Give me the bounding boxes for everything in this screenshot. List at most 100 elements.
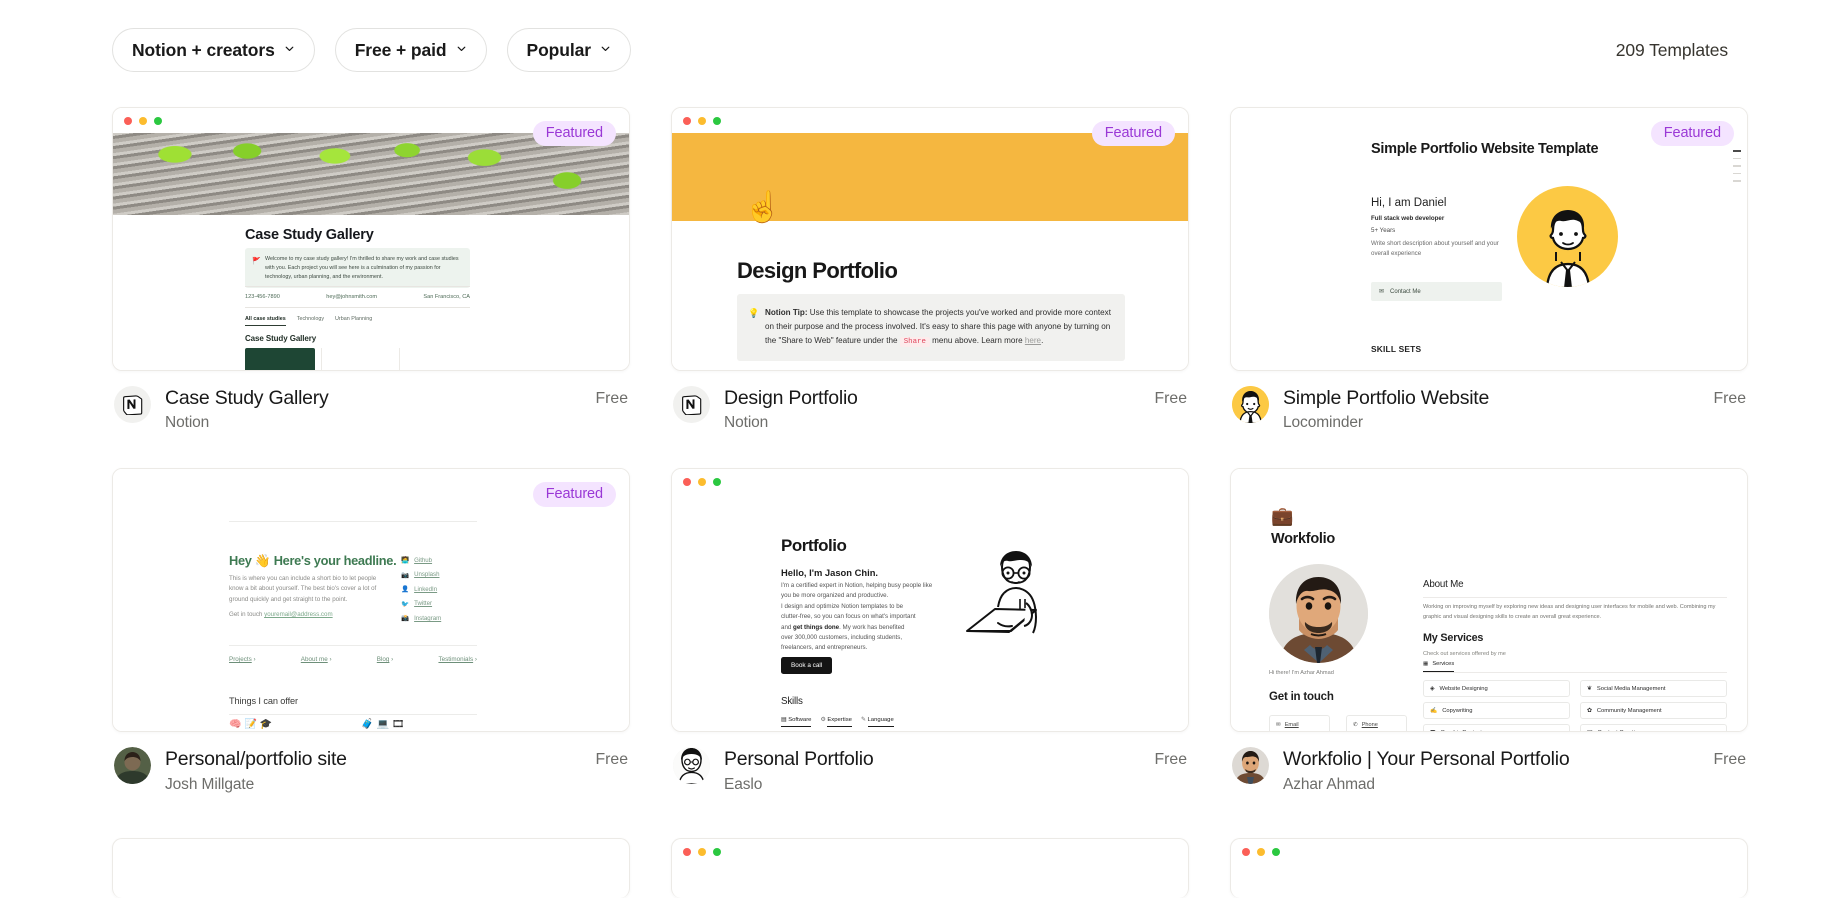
template-title: Personal/portfolio site [165, 748, 347, 771]
service-icon: ❦ [1587, 685, 1592, 692]
service-icon: ✿ [1587, 707, 1592, 714]
preview-page: Simple Portfolio Website Template Hi, I … [1231, 108, 1747, 370]
template-card-case-study-gallery[interactable]: Case Study Gallery 🚩 Welcome to my case … [112, 107, 630, 432]
template-thumbnail[interactable]: Hey 👋 Here's your headline. This is wher… [112, 468, 630, 733]
contact-prefix: Get in touch [229, 611, 265, 619]
briefcase-icon: 💼 [1271, 506, 1294, 527]
tip-link[interactable]: here [1025, 336, 1041, 345]
template-thumbnail[interactable] [671, 838, 1189, 898]
preview-callout-text: Welcome to my case study gallery! I'm th… [265, 256, 459, 280]
template-price: Free [595, 390, 628, 407]
window-traffic-lights [683, 117, 721, 125]
scroll-tick [1733, 157, 1741, 159]
daniel-avatar-icon [1232, 386, 1269, 423]
preview-hello: Hello, I'm Jason Chin. [781, 567, 879, 579]
preview-services-title: My Services [1423, 632, 1484, 645]
josh-avatar-icon [114, 747, 151, 785]
preview-bio: Write short description about yourself a… [1371, 240, 1499, 257]
mail-icon: ✉ [1379, 289, 1385, 295]
template-thumbnail[interactable]: Simple Portfolio Website Template Hi, I … [1230, 107, 1748, 371]
filter-free-paid-label: Free + paid [354, 39, 447, 60]
bird-emoji-icon: 🐦 [401, 600, 410, 608]
window-traffic-lights [683, 848, 721, 856]
template-card-personal-portfolio-easlo[interactable]: Portfolio Hello, I'm Jason Chin. I'm a c… [671, 468, 1189, 793]
preview-profile-photo [1269, 564, 1368, 664]
template-author: Notion [165, 414, 210, 432]
service-chip: ✿ Community Management [1580, 702, 1727, 720]
template-price: Free [1713, 390, 1746, 407]
filter-toolbar: Notion + creators Free + paid Popular 20… [0, 0, 1840, 100]
template-price: Free [595, 751, 628, 769]
contact-button-phone: ✆ Phone [1346, 715, 1407, 732]
template-thumbnail[interactable]: ☝️ Design Portfolio 💡 Notion Tip: Use th… [671, 107, 1189, 371]
featured-badge: Featured [1650, 121, 1734, 146]
preview-avatar-illustration [1517, 186, 1618, 287]
tab-all-case-studies: All case studies [245, 316, 286, 326]
preview-contact-line: Get in touch youremail@address.com [229, 611, 333, 618]
contact-email: hey@johnsmith.com [326, 294, 377, 300]
template-card-simple-portfolio-website[interactable]: Simple Portfolio Website Template Hi, I … [1230, 107, 1748, 432]
daniel-illustration-icon [1545, 210, 1590, 287]
template-card-design-portfolio[interactable]: ☝️ Design Portfolio 💡 Notion Tip: Use th… [671, 107, 1189, 432]
preview-paragraph-1: I'm a certified expert in Notion, helpin… [781, 582, 933, 600]
preview-greeting: Hi, I am Daniel [1371, 197, 1447, 209]
filter-free-paid[interactable]: Free + paid [334, 28, 487, 72]
preview-services-sub: Check out services offered by me [1423, 651, 1506, 658]
service-chip: ❦ Social Media Management [1580, 680, 1727, 698]
scroll-tick [1733, 180, 1741, 182]
contact-location: San Francisco, CA [423, 294, 470, 300]
scroll-tick [1733, 172, 1741, 174]
social-link-linkedin: 👤 LinkedIn [401, 585, 441, 594]
social-label: Unsplash [414, 571, 440, 579]
contact-email: youremail@address.com [264, 611, 333, 619]
template-text: Personal Portfolio Easlo [724, 747, 1141, 793]
template-card-personal-portfolio-site[interactable]: Hey 👋 Here's your headline. This is wher… [112, 468, 630, 793]
template-thumbnail[interactable] [112, 838, 630, 898]
template-thumbnail[interactable]: Portfolio Hello, I'm Jason Chin. I'm a c… [671, 468, 1189, 733]
preview-divider [1423, 597, 1727, 599]
preview-heading: Portfolio [781, 536, 847, 556]
chevron-down-icon [600, 43, 611, 54]
preview-contact-button: ✉ Contact Me [1371, 282, 1502, 301]
avatar-azhar-ahmad [1232, 747, 1269, 785]
window-close-dot [124, 117, 132, 125]
template-text: Workfolio | Your Personal Portfolio Azha… [1283, 747, 1700, 793]
avatar-locominder [1232, 386, 1269, 423]
window-maximize-dot [713, 478, 721, 487]
service-icon: ✍ [1430, 707, 1438, 714]
filter-notion-creators-label: Notion + creators [132, 39, 275, 60]
preview-section-title: SKILL SETS [1371, 344, 1422, 354]
avatar-notion-logo [673, 386, 710, 423]
phone-icon: ✆ [1353, 721, 1358, 728]
template-card-workfolio[interactable]: 💼 Workfolio Hi there! I'm Azhar Ahmad Ge… [1230, 468, 1748, 793]
template-author: Azhar Ahmad [1283, 775, 1375, 793]
preview-paragraph-2: I design and optimize Notion templates t… [781, 603, 916, 651]
filter-notion-creators[interactable]: Notion + creators [112, 28, 315, 72]
preview-contact-buttons: ✉ Email ✆ Phone [1269, 715, 1407, 732]
window-maximize-dot [154, 117, 162, 125]
person-emoji-icon: 👤 [401, 586, 410, 594]
window-minimize-dot [698, 478, 706, 487]
chevron-down-icon [284, 43, 295, 54]
template-text: Personal/portfolio site Josh Millgate [165, 747, 582, 793]
easlo-avatar-icon [673, 747, 710, 785]
contact-phone: 123-456-7890 [245, 294, 280, 300]
nav-link-projects: Projects › [229, 656, 256, 664]
preview-page: Portfolio Hello, I'm Jason Chin. I'm a c… [672, 469, 1188, 732]
template-thumbnail[interactable] [1230, 838, 1748, 898]
preview-callout: 🚩 Welcome to my case study gallery! I'm … [245, 248, 470, 289]
preview-callout: 💡 Notion Tip: Use this template to showc… [737, 294, 1125, 361]
filter-sort-popular-label: Popular [526, 39, 592, 60]
template-thumbnail[interactable]: 💼 Workfolio Hi there! I'm Azhar Ahmad Ge… [1230, 468, 1748, 733]
preview-divider [229, 521, 477, 523]
preview-contact-row: 123-456-7890 hey@johnsmith.com San Franc… [245, 294, 470, 300]
featured-badge: Featured [1091, 121, 1175, 146]
flag-icon: 🚩 [252, 258, 261, 265]
preview-divider [1423, 672, 1727, 674]
preview-offer-title: Things I can offer [229, 696, 299, 707]
azhar-avatar-icon [1232, 747, 1269, 785]
filter-sort-popular[interactable]: Popular [506, 28, 631, 72]
template-thumbnail[interactable]: Case Study Gallery 🚩 Welcome to my case … [112, 107, 630, 371]
preview-about-title: About Me [1423, 579, 1464, 591]
pointing-up-emoji-icon: ☝️ [744, 191, 782, 224]
